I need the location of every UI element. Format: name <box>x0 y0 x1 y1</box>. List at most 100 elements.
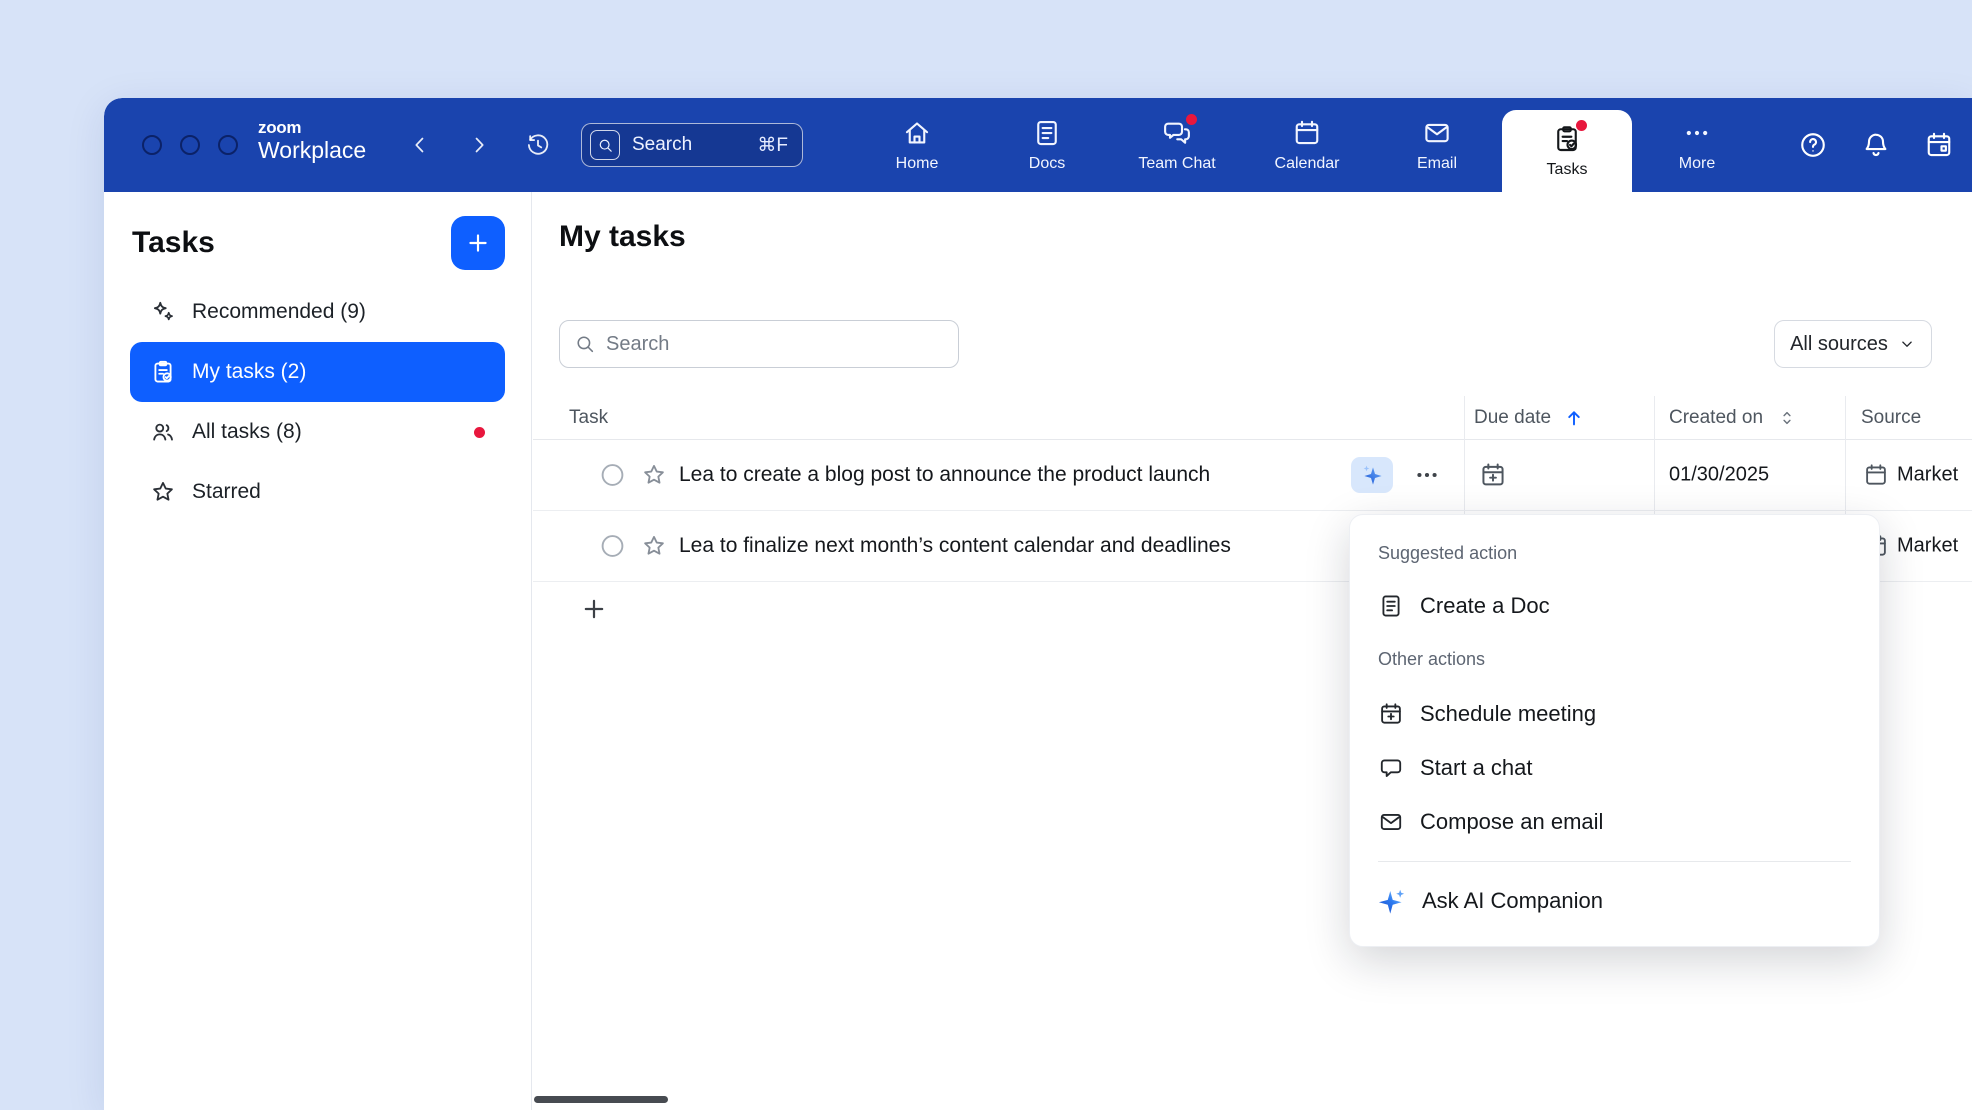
forward-button[interactable] <box>464 130 494 160</box>
new-task-button[interactable] <box>451 216 505 270</box>
sparkles-icon <box>150 299 176 325</box>
circle-icon <box>599 533 626 560</box>
star-task-button[interactable] <box>641 533 667 559</box>
column-due-date[interactable]: Due date <box>1474 407 1585 429</box>
doc-icon <box>1378 593 1404 619</box>
calendar-icon <box>1292 118 1322 148</box>
row-more-button[interactable] <box>1409 457 1445 493</box>
sidebar-title: Tasks <box>132 226 215 260</box>
ai-sparkle-icon <box>1360 463 1384 487</box>
menu-item-start-chat[interactable]: Start a chat <box>1378 741 1851 795</box>
star-icon <box>641 533 667 559</box>
help-button[interactable] <box>1798 130 1828 160</box>
menu-item-ask-ai-companion[interactable]: Ask AI Companion <box>1378 874 1851 928</box>
sources-filter-dropdown[interactable]: All sources <box>1774 320 1932 368</box>
calendar-plus-icon <box>1479 461 1507 489</box>
menu-divider <box>1378 861 1851 862</box>
sidebar-item-all-tasks[interactable]: All tasks (8) <box>130 402 505 462</box>
task-title: Lea to finalize next month’s content cal… <box>679 534 1231 558</box>
nav-more[interactable]: More <box>1632 98 1762 192</box>
menu-item-create-doc[interactable]: Create a Doc <box>1378 579 1851 633</box>
column-source: Source <box>1861 407 1921 429</box>
add-task-button[interactable] <box>577 592 611 626</box>
ellipsis-icon <box>1414 462 1440 488</box>
window-control-close[interactable] <box>142 135 162 155</box>
chat-bubble-icon <box>1378 755 1404 781</box>
chevron-left-icon <box>408 133 432 157</box>
sidebar-item-recommended[interactable]: Recommended (9) <box>130 282 505 342</box>
calendar-panel-icon <box>1924 130 1954 160</box>
window-control-minimize[interactable] <box>180 135 200 155</box>
plus-icon <box>580 595 608 623</box>
complete-task-checkbox[interactable] <box>599 533 626 560</box>
complete-task-checkbox[interactable] <box>599 462 626 489</box>
chevron-down-icon <box>1898 335 1916 353</box>
calendar-plus-icon <box>1378 701 1404 727</box>
nav-home[interactable]: Home <box>852 98 982 192</box>
sidebar-list: Recommended (9) My tasks (2) All tasks (… <box>104 282 531 522</box>
docs-icon <box>1032 118 1062 148</box>
search-icon <box>590 130 620 160</box>
sort-toggle-icon <box>1777 408 1797 428</box>
help-icon <box>1798 130 1828 160</box>
source-calendar-icon <box>1863 462 1889 488</box>
menu-section-label: Suggested action <box>1378 541 1851 565</box>
ai-actions-button[interactable] <box>1351 457 1393 493</box>
header-utilities <box>1798 130 1954 160</box>
history-button[interactable] <box>523 130 553 160</box>
menu-section-label: Other actions <box>1378 647 1851 671</box>
source-value: Market <box>1897 464 1958 487</box>
team-chat-badge <box>1186 114 1197 125</box>
back-button[interactable] <box>405 130 435 160</box>
menu-item-schedule-meeting[interactable]: Schedule meeting <box>1378 687 1851 741</box>
nav-calendar[interactable]: Calendar <box>1242 98 1372 192</box>
tasks-sidebar: Tasks Recommended (9) My tasks (2) <box>104 192 532 1110</box>
tasks-icon <box>1552 124 1582 154</box>
plus-icon <box>465 230 491 256</box>
nav-docs[interactable]: Docs <box>982 98 1112 192</box>
nav-email[interactable]: Email <box>1372 98 1502 192</box>
suggested-actions-menu: Suggested action Create a Doc Other acti… <box>1349 514 1880 947</box>
mini-calendar-button[interactable] <box>1924 130 1954 160</box>
task-search[interactable] <box>559 320 959 368</box>
search-shortcut: ⌘F <box>757 134 788 157</box>
notifications-button[interactable] <box>1861 130 1891 160</box>
team-chat-icon <box>1162 118 1192 148</box>
logo-brand: zoom <box>258 119 366 137</box>
nav-tasks[interactable]: Tasks <box>1502 110 1632 192</box>
column-task: Task <box>569 407 608 429</box>
more-icon <box>1682 118 1712 148</box>
window-controls <box>142 135 238 155</box>
sidebar-item-my-tasks[interactable]: My tasks (2) <box>130 342 505 402</box>
app-window: zoom Workplace Search ⌘F Home <box>104 98 1972 1110</box>
logo-product: Workplace <box>258 137 366 164</box>
people-icon <box>150 419 176 445</box>
top-header: zoom Workplace Search ⌘F Home <box>104 98 1972 192</box>
table-header: Task Due date Created on Source <box>533 396 1972 440</box>
star-icon <box>641 462 667 488</box>
menu-item-compose-email[interactable]: Compose an email <box>1378 795 1851 849</box>
page-title: My tasks <box>559 220 686 254</box>
all-tasks-badge <box>474 427 485 438</box>
chevron-right-icon <box>467 133 491 157</box>
star-task-button[interactable] <box>641 462 667 488</box>
task-title: Lea to create a blog post to announce th… <box>679 463 1210 487</box>
primary-nav: Home Docs Team Chat Calendar <box>852 98 1762 192</box>
nav-team-chat[interactable]: Team Chat <box>1112 98 1242 192</box>
column-created-on[interactable]: Created on <box>1669 407 1797 429</box>
email-icon <box>1422 118 1452 148</box>
add-due-date-button[interactable] <box>1479 461 1507 489</box>
global-search[interactable]: Search ⌘F <box>581 123 803 167</box>
window-control-maximize[interactable] <box>218 135 238 155</box>
bell-icon <box>1861 130 1891 160</box>
envelope-icon <box>1378 809 1404 835</box>
tasks-badge <box>1576 120 1587 131</box>
home-icon <box>902 118 932 148</box>
search-icon <box>574 333 596 355</box>
sidebar-item-starred[interactable]: Starred <box>130 462 505 522</box>
horizontal-scrollbar[interactable] <box>534 1096 668 1103</box>
task-search-input[interactable] <box>606 333 944 356</box>
task-row[interactable]: Lea to create a blog post to announce th… <box>533 440 1972 511</box>
star-icon <box>150 479 176 505</box>
search-placeholder: Search <box>632 134 692 156</box>
